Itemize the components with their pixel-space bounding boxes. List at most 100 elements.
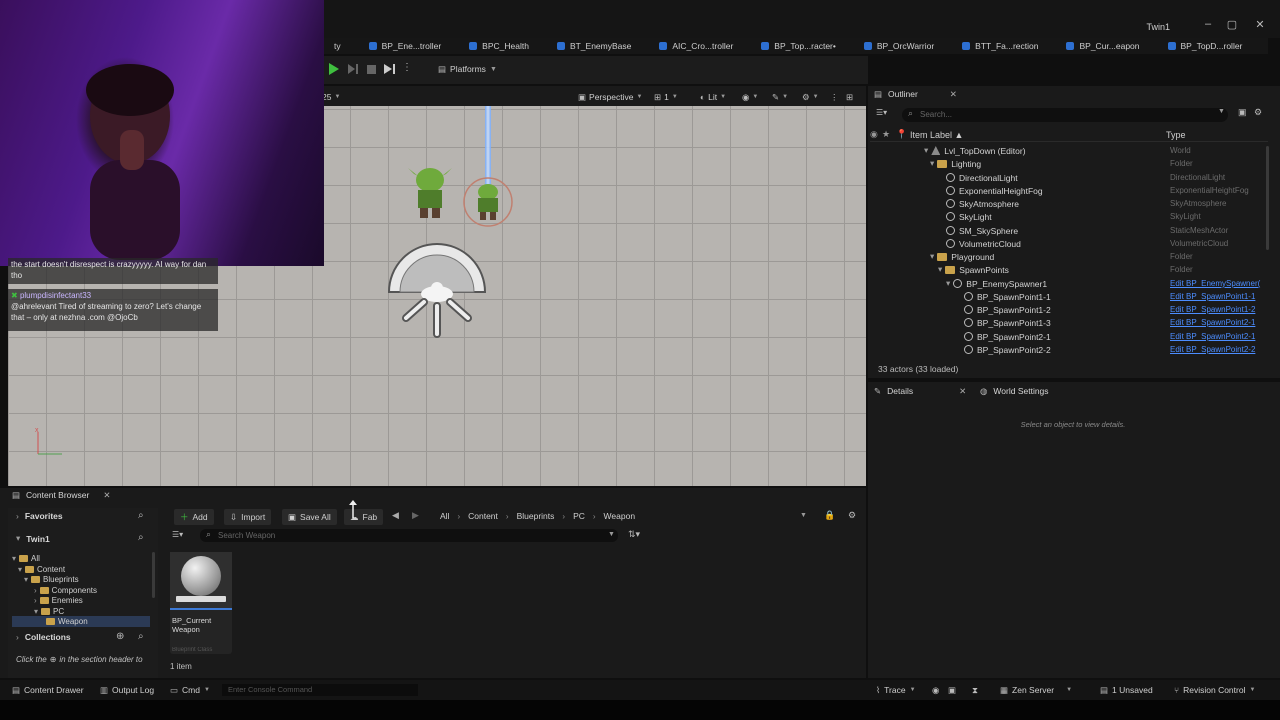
maximize-icon[interactable]: ▢ [1222,18,1242,32]
platforms-button[interactable]: ▤ Platforms ▼ [434,61,501,77]
outliner-tab[interactable]: ▤ Outliner ✕ [874,86,957,102]
add-folder-icon[interactable]: ▣ [1238,107,1247,118]
tab-7[interactable]: BTT_Fa...rection [948,38,1052,54]
breadcrumb-item[interactable]: Content [468,511,498,521]
edit-blueprint-link[interactable]: Edit BP_SpawnPoint1-2 [1170,305,1255,314]
edit-blueprint-link[interactable]: Edit BP_EnemySpawner( [1170,279,1260,288]
eye-icon[interactable]: ◉ [870,129,882,140]
fov-dropdown[interactable]: ⊞ 1 ▼ [654,90,678,104]
zen-server-dropdown[interactable]: ▦ Zen Server ▼ [1000,684,1072,696]
viewport-speed[interactable]: 25 ▼ [322,90,340,104]
star-icon[interactable]: ★ [882,129,896,140]
add-collection-icon[interactable]: ⊕ [116,631,124,642]
tree-row[interactable]: SkyAtmosphere SkyAtmosphere [870,197,1266,210]
tree-row[interactable]: VolumetricCloud VolumetricCloud [870,237,1266,250]
add-button[interactable]: ＋ Add [174,509,214,525]
search-icon[interactable]: ⌕ [138,631,144,642]
tree-row[interactable]: ▾ Lvl_TopDown (Editor) World [870,144,1266,157]
lit-dropdown[interactable]: ◐ Lit ▼ [700,90,726,104]
asset-tile[interactable]: BP_Current Weapon Blueprint Class [170,552,232,654]
advance-frame-icon[interactable] [346,62,360,76]
screenshot-icon[interactable]: ▣ [948,684,956,696]
chevron-down-icon[interactable]: ▼ [608,531,615,538]
tree-row[interactable]: ▾ BP_EnemySpawner1 Edit BP_EnemySpawner( [870,277,1266,290]
folder-tree-item-selected[interactable]: Weapon [12,616,150,627]
settings-dropdown[interactable]: ⚙ ▼ [802,90,819,104]
search-icon[interactable]: ⌕ [138,532,144,543]
tree-row[interactable]: BP_SpawnPoint1-3 Edit BP_SpawnPoint2-1 [870,316,1266,329]
tab-6[interactable]: BP_OrcWarrior [850,38,948,54]
derived-data-icon[interactable]: ⧗ [972,684,978,696]
close-icon[interactable]: ✕ [103,490,110,501]
tree-row[interactable]: BP_SpawnPoint1-1 Edit BP_SpawnPoint1-1 [870,290,1266,303]
perspective-dropdown[interactable]: ▣ Perspective ▼ [578,90,642,104]
breadcrumb-item[interactable]: Weapon [604,511,636,521]
revision-control-button[interactable]: ⑂ Revision Control ▼ [1174,684,1255,696]
breadcrumb-item[interactable]: PC [573,511,585,521]
tree-scrollbar[interactable] [152,552,155,598]
tab-2[interactable]: BPC_Health [455,38,543,54]
snap-dropdown[interactable]: ✎ ▼ [772,90,788,104]
tree-row[interactable]: ExponentialHeightFog ExponentialHeightFog [870,184,1266,197]
close-icon[interactable]: ✕ [959,386,966,397]
eject-icon[interactable] [382,62,396,76]
outliner-scrollbar[interactable] [1266,146,1269,250]
output-log-button[interactable]: ▥ Output Log [100,684,154,696]
close-window-icon[interactable]: ✕ [1250,18,1270,32]
edit-blueprint-link[interactable]: Edit BP_SpawnPoint2-2 [1170,345,1255,354]
more-options-icon[interactable]: ⋮ [402,62,416,76]
tab-1[interactable]: BP_Ene...troller [355,38,456,54]
tab-3[interactable]: BT_EnemyBase [543,38,645,54]
tree-row[interactable]: ▾ Lighting Folder [870,157,1266,170]
content-browser-tab[interactable]: ▤ Content Browser ✕ [12,487,110,503]
tree-row[interactable]: SkyLight SkyLight [870,210,1266,223]
lock-icon[interactable]: 🔒 [824,510,835,521]
tab-0[interactable]: ty [320,38,355,54]
chevron-down-icon[interactable]: ▼ [800,512,807,519]
content-search-input[interactable]: Search Weapon [200,529,618,542]
unsaved-button[interactable]: ▤ 1 Unsaved [1100,684,1153,696]
column-item-label[interactable]: Item Label ▲ [910,130,963,140]
folder-tree-item[interactable]: ▾ All [12,553,40,564]
collections-header[interactable]: › Collections [16,632,71,642]
tree-row[interactable]: ▾ Playground Folder [870,250,1266,263]
breadcrumb-item[interactable]: Blueprints [517,511,555,521]
edit-blueprint-link[interactable]: Edit BP_SpawnPoint2-1 [1170,332,1255,341]
tree-row[interactable]: ▾ SpawnPoints Folder [870,263,1266,276]
play-icon[interactable] [326,62,340,76]
folder-tree-item[interactable]: ▾ Blueprints [12,574,79,585]
search-icon[interactable]: ⌕ [138,510,144,521]
tree-row[interactable]: DirectionalLight DirectionalLight [870,171,1266,184]
tab-4[interactable]: AIC_Cro...troller [645,38,747,54]
sort-icon[interactable]: ⇅▾ [628,529,640,540]
tree-row[interactable]: BP_SpawnPoint2-2 Edit BP_SpawnPoint2-2 [870,343,1266,356]
save-all-button[interactable]: ▣ Save All [282,509,337,525]
tab-5[interactable]: BP_Top...racter• [747,38,850,54]
details-tab[interactable]: ✎ Details ✕ [874,383,966,399]
tab-8[interactable]: BP_Cur...eapon [1052,38,1153,54]
world-settings-tab[interactable]: ◍ World Settings [980,383,1049,399]
trace-dropdown[interactable]: ⌇ Trace ▼ [876,684,916,696]
show-flags-dropdown[interactable]: ◉ ▼ [742,90,758,104]
favorites-header[interactable]: › Favorites [16,511,63,521]
history-forward-icon[interactable]: ▶ [412,510,419,521]
filter-icon[interactable]: ☰▾ [172,530,183,539]
selected-goblin-sprite[interactable] [461,176,515,228]
minimize-icon[interactable]: – [1198,18,1218,32]
edit-blueprint-link[interactable]: Edit BP_SpawnPoint1-1 [1170,292,1255,301]
tab-9[interactable]: BP_TopD...roller [1154,38,1257,54]
edit-blueprint-link[interactable]: Edit BP_SpawnPoint2-1 [1170,318,1255,327]
stop-icon[interactable] [364,62,378,76]
filter-icon[interactable]: ☰▾ [876,108,887,117]
gear-icon[interactable]: ⚙ [1254,107,1262,118]
folder-tree-item[interactable]: › Enemies [12,595,83,606]
column-type[interactable]: Type [1166,130,1186,140]
goblin-sprite[interactable] [408,164,452,222]
history-back-icon[interactable]: ◀ [392,510,399,521]
project-header[interactable]: ▾ Twin1 [16,533,50,544]
player-start-icon[interactable] [384,240,490,346]
chevron-down-icon[interactable]: ▼ [1218,108,1225,115]
cmd-dropdown[interactable]: ▭ Cmd ▼ [170,684,210,696]
import-button[interactable]: ⇩ Import [224,509,272,525]
viewport-layout-icon[interactable]: ⋮ [830,90,839,104]
